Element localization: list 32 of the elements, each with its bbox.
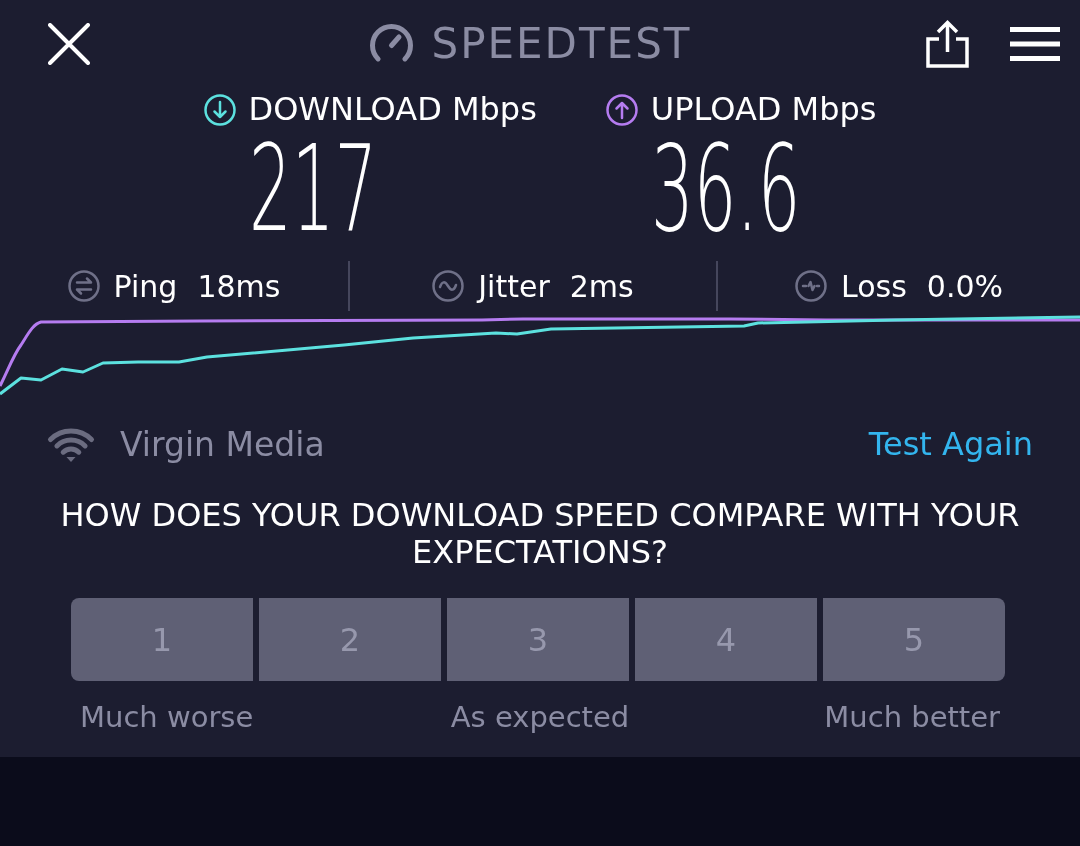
menu-button[interactable] [1010,27,1060,61]
swap-arrows-icon [67,270,100,302]
metric-label: Jitter [478,269,550,303]
rating-button[interactable]: 2 [259,598,441,681]
metric-value: 2ms [569,269,634,303]
provider-name: Virgin Media [120,426,325,464]
menu-icon [1010,27,1060,61]
metric-label: Ping [113,269,178,303]
rating-button[interactable]: 5 [823,598,1005,681]
test-again-button[interactable]: Test Again [868,427,1033,463]
speed-label: DOWNLOAD Mbps [248,92,537,128]
speed-value: 36.6 [650,138,801,240]
rating-button[interactable]: 3 [447,598,629,681]
wave-icon [432,270,465,302]
scale-label: Much worse [80,699,254,735]
rating-button[interactable]: 4 [635,598,817,681]
close-button[interactable] [48,23,90,65]
pulse-icon [795,270,827,302]
speed-label: UPLOAD Mbps [650,92,877,128]
share-icon [925,19,970,69]
speed-value: 217 [248,138,377,240]
scale-label: Much better [824,699,1000,735]
metric-label: Loss [841,269,907,303]
scale-label: As expected [450,699,630,735]
share-button[interactable] [925,19,970,69]
wifi-icon [45,427,97,463]
metric-value: 18ms [197,269,281,303]
app-title: SPEEDTEST [431,20,692,68]
metric-value: 0.0% [926,269,1003,303]
close-icon [48,23,90,65]
survey-question: HOW DOES YOUR DOWNLOAD SPEED COMPARE WITH YOUR EXPECTATIONS? [59,497,1021,571]
rating-button[interactable]: 1 [71,598,253,681]
